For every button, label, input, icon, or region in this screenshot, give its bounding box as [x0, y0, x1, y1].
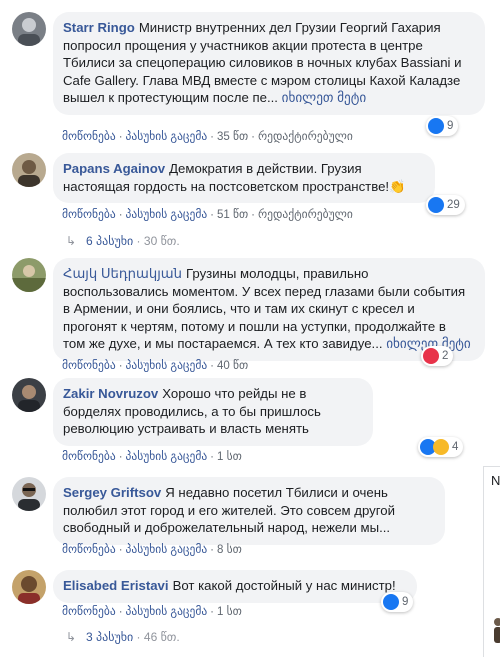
reply-button[interactable]: პასუხის გაცემა — [126, 451, 208, 463]
like-reaction-icon — [383, 594, 399, 610]
comment-author[interactable]: Starr Ringo — [63, 20, 135, 35]
comment-text: Вот какой достойный у нас министр! — [172, 578, 396, 593]
reply-button[interactable]: პასუხის გაცემა — [126, 606, 208, 618]
comment-actions: მოწონება · პასუხის გაცემა · 40 წთ — [62, 360, 249, 372]
reaction-count[interactable]: 29 — [426, 195, 465, 215]
avatar[interactable] — [12, 258, 46, 292]
comment-actions: მოწონება · პასუხის გაცემა · 8 სთ — [62, 544, 242, 556]
comment-bubble: Papans Againov Демократия в действии. Гру… — [53, 153, 435, 203]
see-more-link[interactable]: იხილეთ მეტი — [282, 90, 367, 105]
reply-button[interactable]: პასუხის გაცემა — [126, 209, 208, 221]
comment-author[interactable]: Հայկ Սեդրակյան — [63, 266, 182, 281]
timestamp[interactable]: 1 სთ — [217, 451, 242, 463]
timestamp[interactable]: 40 წთ — [217, 360, 248, 372]
timestamp[interactable]: 51 წთ — [217, 209, 248, 221]
avatar[interactable] — [12, 378, 46, 412]
comment-author[interactable]: Papans Againov — [63, 161, 165, 176]
haha-reaction-icon — [433, 439, 449, 455]
person-icon — [494, 618, 500, 643]
reaction-count[interactable]: 4 — [418, 437, 464, 457]
comment-actions: მოწონება · პასუხის გაცემა · 1 სთ — [62, 606, 242, 618]
reaction-count[interactable]: 9 — [381, 592, 414, 612]
like-reaction-icon — [428, 197, 444, 213]
love-reaction-icon — [423, 348, 439, 364]
reaction-count[interactable]: 2 — [421, 346, 454, 366]
comment-author[interactable]: Zakir Novruzov — [63, 386, 158, 401]
avatar[interactable] — [12, 570, 46, 604]
like-button[interactable]: მოწონება — [62, 451, 116, 463]
comment-author[interactable]: Elisabed Eristavi — [63, 578, 169, 593]
clapping-hands-icon: 👏 — [389, 178, 406, 194]
comment-bubble: Starr Ringo Министр внутренних дел Грузии… — [53, 12, 485, 115]
reply-button[interactable]: პასუხის გაცემა — [126, 544, 208, 556]
reply-arrow-icon: ↳ — [66, 630, 77, 644]
comment-bubble: Elisabed Eristavi Вот какой достойный у н… — [53, 570, 417, 603]
like-button[interactable]: მოწონება — [62, 360, 116, 372]
timestamp[interactable]: 1 სთ — [217, 606, 242, 618]
comment-bubble: Zakir Novruzov Хорошо что рейды не в борд… — [53, 378, 373, 446]
reply-button[interactable]: პასუხის გაცემა — [126, 360, 208, 372]
reaction-count[interactable]: 9 — [426, 116, 459, 136]
timestamp[interactable]: 35 წთ — [217, 131, 248, 143]
comment-actions: მოწონება · პასუხის გაცემა · 51 წთ · რედაქტირებ… — [62, 209, 353, 221]
comment-actions: მოწონება · პასუხის გაცემა · 1 სთ — [62, 451, 242, 463]
avatar[interactable] — [12, 153, 46, 187]
avatar[interactable] — [12, 12, 46, 46]
view-replies-link[interactable]: ↳ 3 პასუხი · 46 წთ. — [66, 630, 180, 644]
side-panel: N — [483, 466, 500, 657]
like-button[interactable]: მოწონება — [62, 131, 116, 143]
like-reaction-icon — [428, 118, 444, 134]
reply-button[interactable]: პასუხის გაცემა — [126, 131, 208, 143]
avatar[interactable] — [12, 477, 46, 511]
timestamp[interactable]: 8 სთ — [217, 544, 242, 556]
comment-actions: მოწონება · პასუხის გაცემა · 35 წთ · რედაქტირებ… — [62, 131, 353, 143]
like-button[interactable]: მოწონება — [62, 544, 116, 556]
view-replies-link[interactable]: ↳ 6 პასუხი · 30 წთ. — [66, 234, 180, 248]
edited-label[interactable]: რედაქტირებული — [258, 209, 353, 221]
side-panel-letter: N — [491, 473, 500, 488]
reply-arrow-icon: ↳ — [66, 234, 77, 248]
comment-author[interactable]: Sergey Griftsov — [63, 485, 161, 500]
like-button[interactable]: მოწონება — [62, 209, 116, 221]
comment-bubble: Հայկ Սեդրակյան Грузины молодцы, правильно… — [53, 258, 485, 361]
like-button[interactable]: მოწონება — [62, 606, 116, 618]
edited-label[interactable]: რედაქტირებული — [258, 131, 353, 143]
comment-bubble: Sergey Griftsov Я недавно посетил Тбилиси… — [53, 477, 445, 545]
